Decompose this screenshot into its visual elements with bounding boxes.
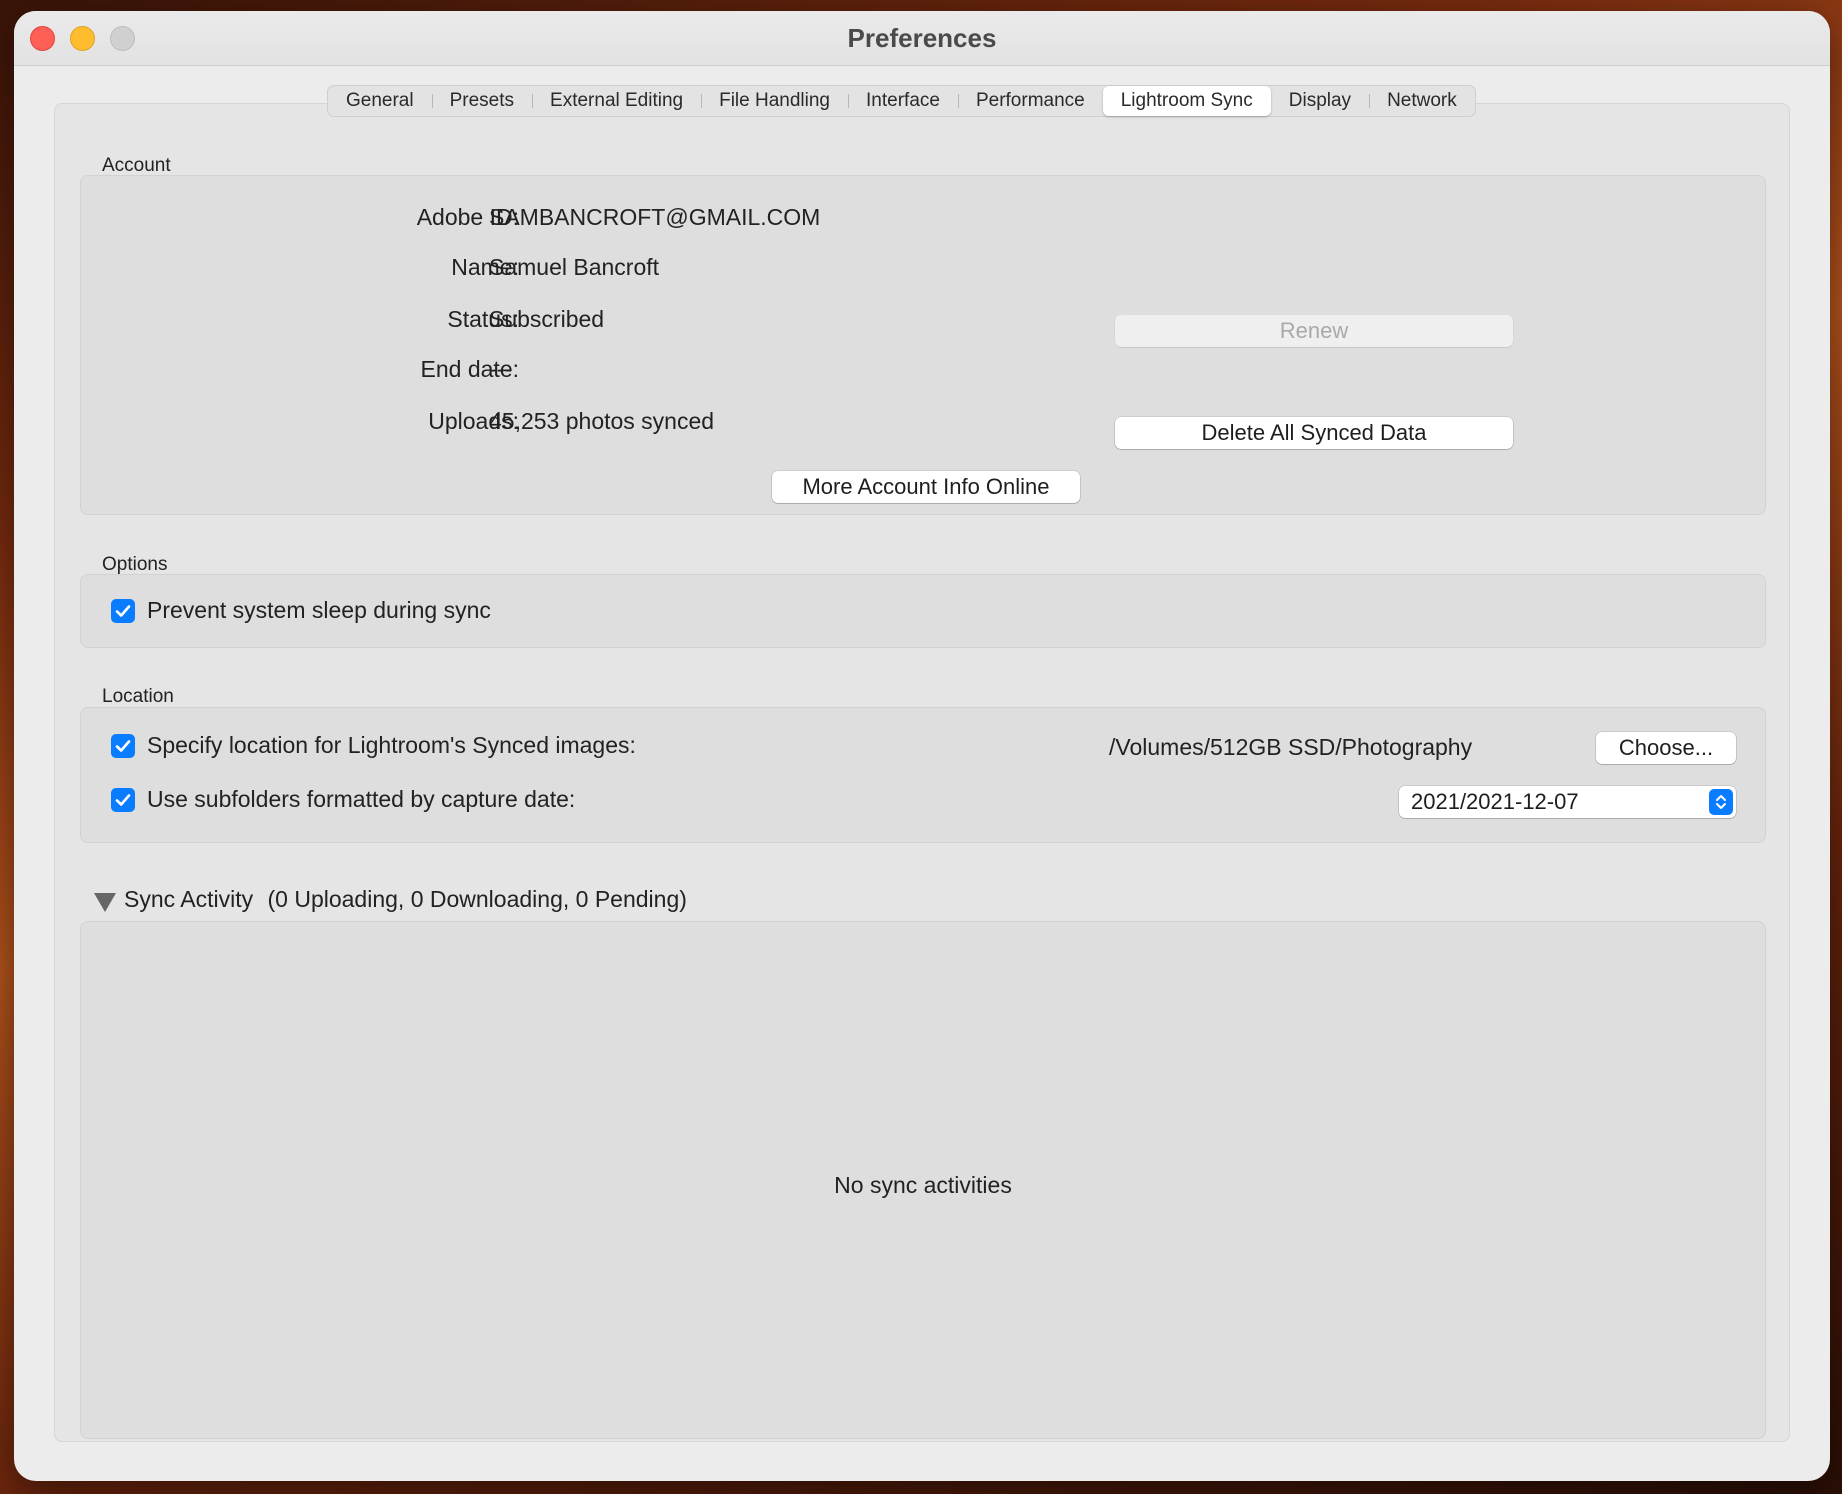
tab-network[interactable]: Network [1369, 86, 1475, 116]
name-label: Name: [451, 254, 519, 280]
disclosure-triangle-icon[interactable] [94, 893, 116, 912]
prevent-sleep-label[interactable]: Prevent system sleep during sync [147, 597, 491, 624]
location-section-label: Location [102, 686, 174, 707]
name-value: Samuel Bancroft [489, 254, 660, 280]
tab-interface[interactable]: Interface [848, 86, 958, 116]
uploads-label: Uploads: [428, 408, 519, 434]
subfolders-label[interactable]: Use subfolders formatted by capture date… [147, 786, 575, 813]
select-arrows-icon [1709, 789, 1733, 815]
tab-file-handling[interactable]: File Handling [701, 86, 848, 116]
status-label: Status: [447, 306, 519, 332]
sync-activity-label: Sync Activity [124, 886, 254, 912]
tab-performance[interactable]: Performance [957, 86, 1103, 116]
title-bar[interactable]: Preferences [14, 11, 1830, 66]
account-group: Adobe ID: SAMBANCROFT@GMAIL.COM Name: Sa… [80, 175, 1766, 515]
window-title: Preferences [847, 23, 997, 53]
preferences-tab-bar: General Presets External Editing File Ha… [327, 85, 1476, 117]
delete-all-synced-data-button[interactable]: Delete All Synced Data [1115, 417, 1513, 449]
specify-location-label[interactable]: Specify location for Lightroom's Synced … [147, 732, 636, 759]
sync-location-path: /Volumes/512GB SSD/Photography [1109, 734, 1473, 760]
options-group: Prevent system sleep during sync [80, 574, 1766, 648]
subfolders-checkbox[interactable] [111, 788, 135, 812]
date-format-select[interactable]: 2021/2021-12-07 [1399, 786, 1736, 818]
account-section-label: Account [102, 155, 171, 176]
sync-activity-list: No sync activities [80, 921, 1766, 1439]
checkmark-icon [115, 740, 131, 752]
adobe-id-value: SAMBANCROFT@GMAIL.COM [489, 204, 821, 230]
location-group: Specify location for Lightroom's Synced … [80, 707, 1766, 843]
sync-activity-title: Sync Activity (0 Uploading, 0 Downloadin… [124, 886, 687, 913]
prevent-sleep-checkbox[interactable] [111, 599, 135, 623]
more-account-info-online-button[interactable]: More Account Info Online [772, 471, 1080, 503]
specify-location-checkbox[interactable] [111, 734, 135, 758]
tab-general[interactable]: General [328, 86, 432, 116]
empty-sync-message: No sync activities [834, 1172, 1012, 1198]
renew-button[interactable]: Renew [1115, 315, 1513, 347]
checkmark-icon [115, 605, 131, 617]
sync-activity-counts: (0 Uploading, 0 Downloading, 0 Pending) [267, 886, 687, 912]
uploads-value: 45,253 photos synced [489, 408, 715, 434]
end-date-label: End date: [420, 356, 519, 382]
adobe-id-label: Adobe ID: [416, 204, 519, 230]
options-section-label: Options [102, 554, 168, 575]
preferences-window: Preferences General Presets External Edi… [14, 11, 1830, 1481]
checkmark-icon [115, 794, 131, 806]
tab-presets[interactable]: Presets [431, 86, 532, 116]
choose-location-button[interactable]: Choose... [1596, 732, 1736, 764]
status-value: Subscribed [489, 306, 605, 332]
date-format-selected-value: 2021/2021-12-07 [1411, 789, 1579, 814]
tab-display[interactable]: Display [1271, 86, 1369, 116]
end-date-value: --- [489, 356, 512, 382]
tab-lightroom-sync[interactable]: Lightroom Sync [1102, 86, 1271, 116]
tab-external-editing[interactable]: External Editing [532, 86, 701, 116]
